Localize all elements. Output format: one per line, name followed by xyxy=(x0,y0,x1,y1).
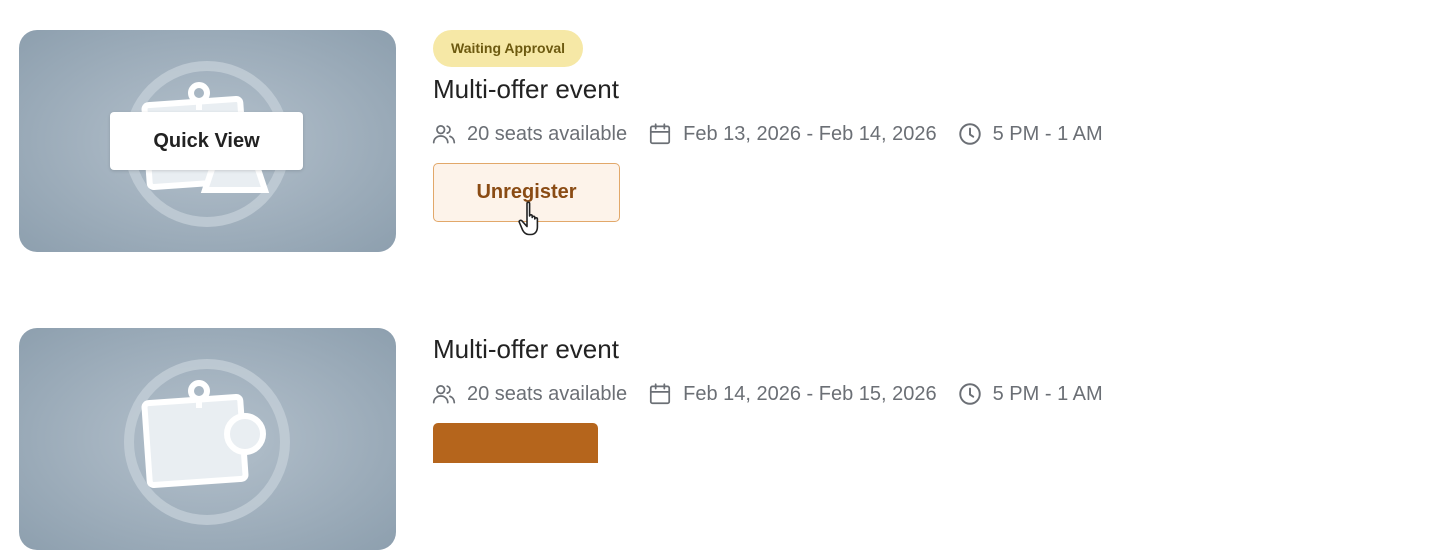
time-info: 5 PM - 1 AM xyxy=(957,381,1103,407)
event-meta: 20 seats available Feb 14, 2026 - Feb 15… xyxy=(431,381,1123,407)
unregister-button[interactable]: Unregister xyxy=(433,163,620,236)
event-title[interactable]: Multi-offer event xyxy=(433,334,619,365)
clock-icon xyxy=(958,383,981,405)
dates-info: Feb 13, 2026 - Feb 14, 2026 xyxy=(647,121,937,147)
unregister-label: Unregister xyxy=(476,181,577,203)
event-placeholder-icon xyxy=(124,359,290,525)
event-action-button[interactable] xyxy=(433,423,598,463)
dates-text: Feb 14, 2026 - Feb 15, 2026 xyxy=(683,382,937,405)
event-thumbnail[interactable]: Quick View xyxy=(19,30,396,252)
event-title[interactable]: Multi-offer event xyxy=(433,74,619,105)
seats-text: 20 seats available xyxy=(467,382,628,405)
users-icon xyxy=(432,125,456,144)
event-thumbnail[interactable] xyxy=(19,328,396,550)
quick-view-button[interactable]: Quick View xyxy=(110,112,303,170)
seats-text: 20 seats available xyxy=(467,122,628,145)
dates-text: Feb 13, 2026 - Feb 14, 2026 xyxy=(683,122,937,145)
event-meta: 20 seats available Feb 13, 2026 - Feb 14… xyxy=(431,121,1123,147)
clock-icon xyxy=(958,123,981,145)
seats-info: 20 seats available xyxy=(431,121,627,147)
calendar-icon xyxy=(650,123,671,145)
status-badge: Waiting Approval xyxy=(433,30,584,67)
dates-info: Feb 14, 2026 - Feb 15, 2026 xyxy=(647,381,937,407)
users-icon xyxy=(432,385,456,404)
seats-info: 20 seats available xyxy=(431,381,627,407)
time-info: 5 PM - 1 AM xyxy=(957,121,1103,147)
hand-pointer-icon xyxy=(518,201,539,236)
time-text: 5 PM - 1 AM xyxy=(992,382,1103,405)
calendar-icon xyxy=(650,383,671,405)
time-text: 5 PM - 1 AM xyxy=(992,122,1103,145)
